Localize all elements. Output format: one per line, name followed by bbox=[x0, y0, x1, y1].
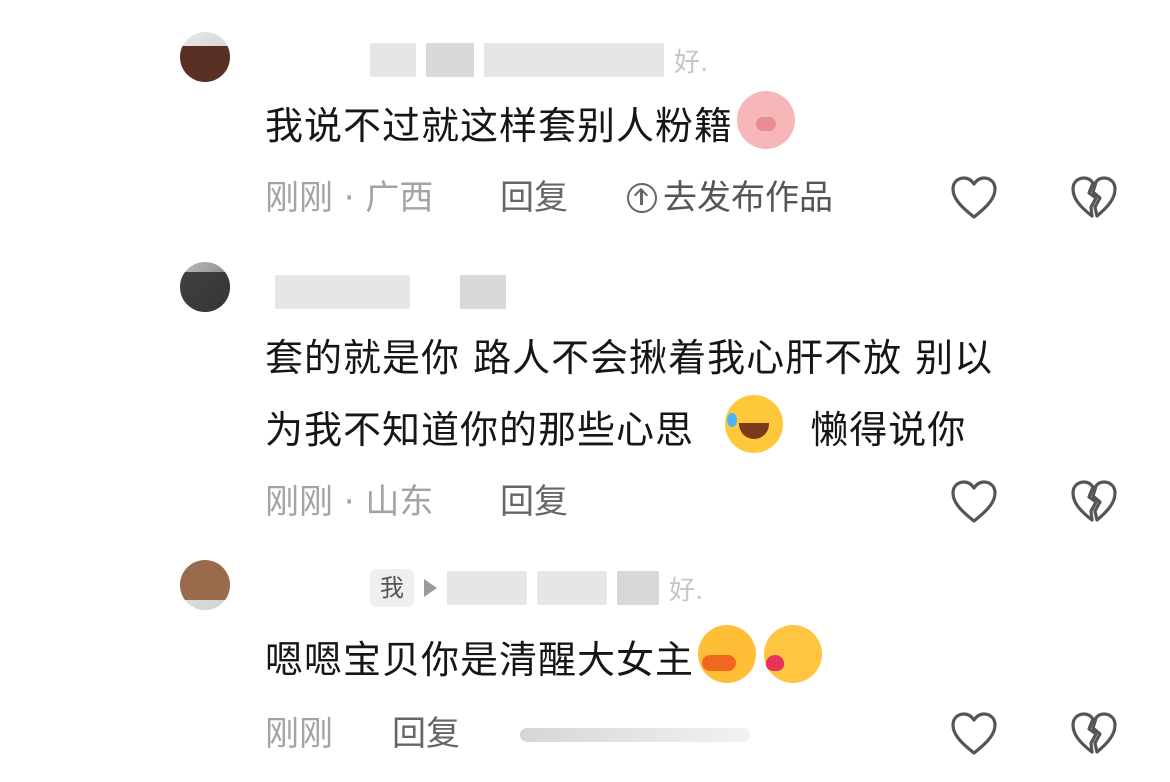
like-heart-icon[interactable] bbox=[950, 480, 998, 524]
avatar-patch bbox=[180, 46, 230, 82]
pig-face-emoji bbox=[737, 91, 796, 149]
time-location: 刚刚 · 山东 bbox=[265, 482, 434, 522]
username-mosaic bbox=[370, 43, 416, 77]
comment-text: 我说不过就这样套别人粉籍 bbox=[265, 90, 799, 162]
reply-button[interactable]: 回复 bbox=[500, 480, 568, 524]
blurred-content bbox=[520, 728, 750, 742]
publish-work-button[interactable]: 去发布作品 bbox=[627, 176, 833, 220]
comment-text-fragment: 懒得说你 bbox=[810, 408, 967, 452]
avatar[interactable] bbox=[180, 32, 230, 82]
username-mosaic bbox=[275, 275, 410, 309]
comment-text-line: 为我不知道你的那些心思 懒得说你 bbox=[265, 394, 993, 466]
avatar[interactable] bbox=[180, 560, 230, 610]
laughing-tears-emoji bbox=[725, 395, 784, 453]
smug-duck-face-emoji bbox=[698, 625, 757, 683]
comment-meta: 刚刚 · 山东 回复 bbox=[265, 480, 1145, 524]
username-row[interactable] bbox=[275, 272, 506, 312]
reply-to-arrow-icon bbox=[424, 579, 437, 597]
time-location: 刚刚 bbox=[265, 714, 333, 754]
comment-text-fragment: 为我不知道你的那些心思 bbox=[265, 408, 695, 452]
like-heart-icon[interactable] bbox=[950, 176, 998, 220]
reply-button[interactable]: 回复 bbox=[392, 712, 460, 756]
dislike-broken-heart-icon[interactable] bbox=[1070, 480, 1118, 524]
username-mosaic bbox=[447, 571, 527, 605]
upload-circle-icon bbox=[627, 183, 657, 213]
comment-text: 套的就是你 路人不会揪着我心肝不放 别以 为我不知道你的那些心思 懒得说你 bbox=[265, 322, 993, 466]
username-mosaic bbox=[537, 571, 607, 605]
avatar-patch bbox=[180, 560, 230, 600]
comment-text: 嗯嗯宝贝你是清醒大女主 bbox=[265, 624, 826, 696]
username-row[interactable]: 我 好. bbox=[370, 568, 703, 608]
username-row[interactable]: 好. bbox=[370, 40, 708, 80]
avatar[interactable] bbox=[180, 262, 230, 312]
comment-text-body: 嗯嗯宝贝你是清醒大女主 bbox=[265, 638, 695, 682]
username-mosaic bbox=[617, 571, 659, 605]
comment-meta: 刚刚 · 广西 回复 去发布作品 bbox=[265, 176, 1145, 220]
username-mosaic bbox=[426, 43, 474, 77]
kissing-face-emoji bbox=[764, 625, 823, 683]
avatar-patch bbox=[180, 272, 230, 312]
username-mosaic bbox=[460, 275, 506, 309]
username-mosaic bbox=[484, 43, 664, 77]
time-location: 刚刚 · 广西 bbox=[265, 178, 434, 218]
dislike-broken-heart-icon[interactable] bbox=[1070, 176, 1118, 220]
username-tail: 好. bbox=[669, 575, 704, 606]
username-tail: 好. bbox=[674, 47, 709, 78]
reply-button[interactable]: 回复 bbox=[500, 176, 568, 220]
comment-text-line: 套的就是你 路人不会揪着我心肝不放 别以 bbox=[265, 336, 994, 380]
like-heart-icon[interactable] bbox=[950, 712, 998, 756]
comment-text-body: 我说不过就这样套别人粉籍 bbox=[265, 104, 734, 148]
publish-work-label: 去发布作品 bbox=[663, 178, 833, 218]
me-badge: 我 bbox=[370, 569, 414, 607]
dislike-broken-heart-icon[interactable] bbox=[1070, 712, 1118, 756]
